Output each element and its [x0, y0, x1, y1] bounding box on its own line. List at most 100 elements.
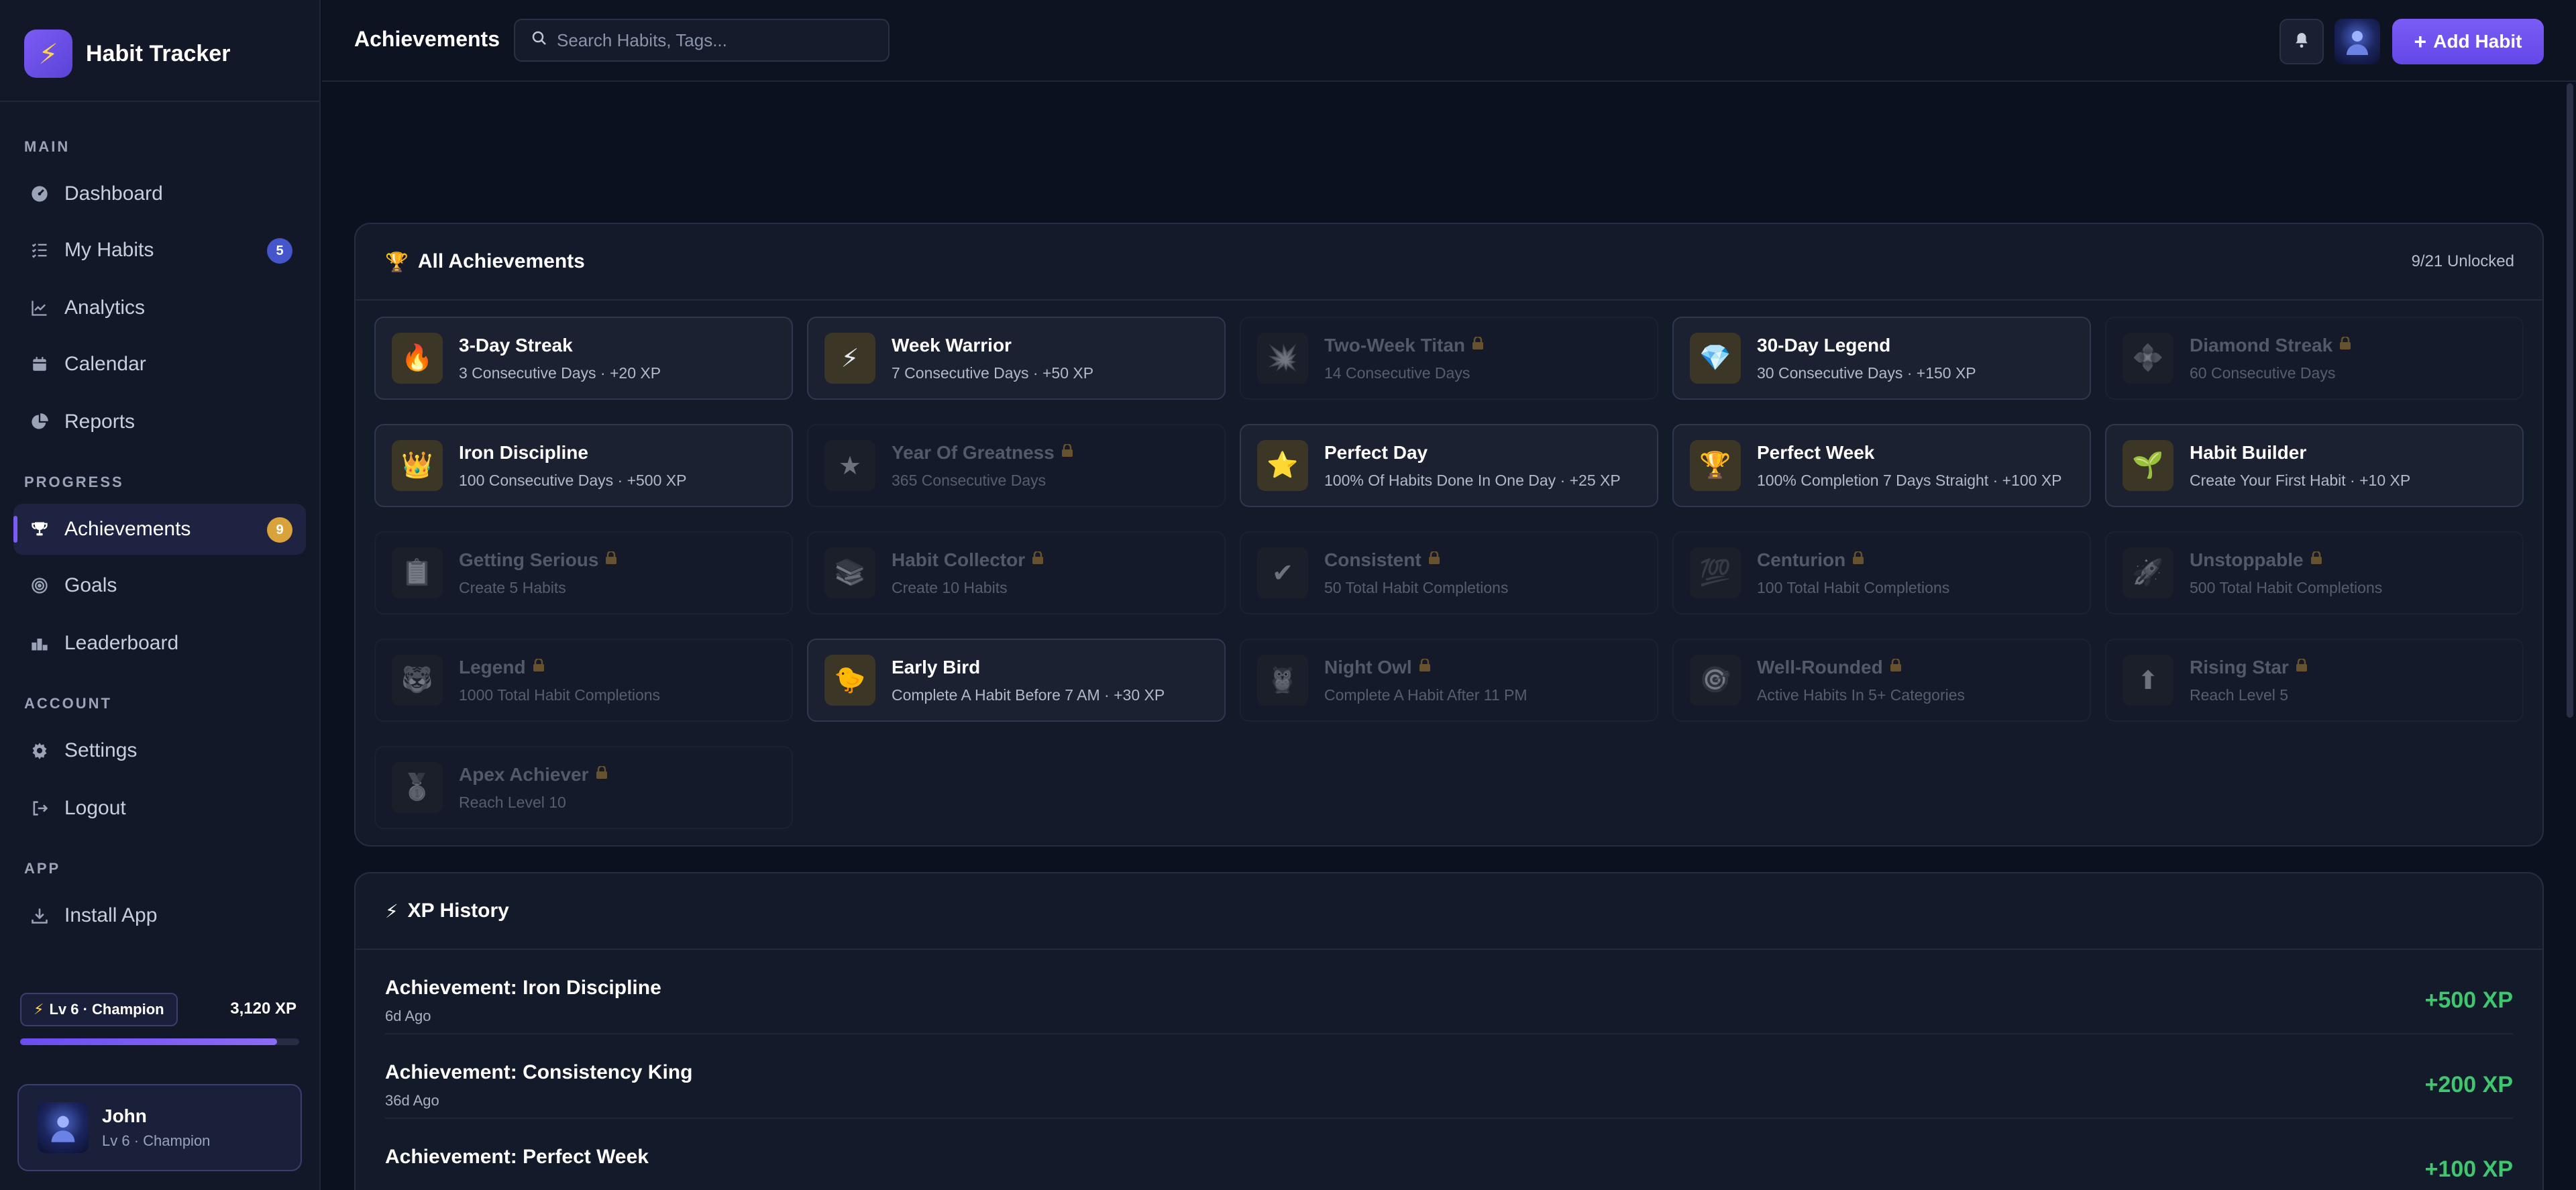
- user-card[interactable]: John Lv 6 · Champion: [17, 1084, 302, 1171]
- achievement-name-text: Rising Star: [2190, 656, 2289, 678]
- bell-icon: [2293, 32, 2310, 52]
- achievement-name: 3-Day Streak: [459, 335, 661, 356]
- achievement-card[interactable]: 🌱 Habit Builder Create Your First Habit · …: [2105, 424, 2524, 507]
- achievement-card[interactable]: 📚 Habit Collector Create 10 Habits: [807, 531, 1226, 614]
- achievement-card[interactable]: 📋 Getting Serious Create 5 Habits: [374, 531, 793, 614]
- achievement-card[interactable]: 🚀 Unstoppable 500 Total Habit Completions: [2105, 531, 2524, 614]
- achievement-description: 100 Total Habit Completions: [1757, 578, 1950, 596]
- sidebar-item-install-app[interactable]: Install App: [13, 890, 306, 941]
- achievement-name-text: Legend: [459, 656, 526, 678]
- logout-icon: [28, 797, 51, 820]
- sidebar-item-goals[interactable]: Goals: [13, 560, 306, 611]
- avatar: [38, 1102, 89, 1153]
- trophy-icon: 🏆: [385, 251, 409, 272]
- sidebar-item-settings[interactable]: Settings: [13, 725, 306, 776]
- xp-total: 3,120 XP: [230, 999, 297, 1018]
- achievement-name-text: Iron Discipline: [459, 441, 588, 463]
- scrollbar[interactable]: [2567, 83, 2573, 718]
- achievement-card[interactable]: 🥇 Apex Achiever Reach Level 10: [374, 746, 793, 829]
- achievement-icon: 🎯: [1690, 655, 1741, 706]
- achievement-icon: 💥: [1257, 333, 1308, 384]
- lock-icon: [1061, 443, 1073, 462]
- xp-history-row: Achievement: Consistency King 36d Ago +200…: [385, 1036, 2513, 1119]
- achievement-card[interactable]: 👑 Iron Discipline 100 Consecutive Days · +…: [374, 424, 793, 507]
- achievement-card[interactable]: 💎 30-Day Legend 30 Consecutive Days · +150…: [1672, 317, 2091, 400]
- sidebar-item-reports[interactable]: Reports: [13, 396, 306, 447]
- achievement-card[interactable]: 💠 Diamond Streak 60 Consecutive Days: [2105, 317, 2524, 400]
- xp-progress-fill: [20, 1038, 277, 1045]
- achievement-name: Iron Discipline: [459, 442, 686, 464]
- achievement-icon: 💠: [2123, 333, 2174, 384]
- achievement-card[interactable]: 🐯 Legend 1000 Total Habit Completions: [374, 639, 793, 722]
- sidebar-item-achievements[interactable]: Achievements 9: [13, 504, 306, 555]
- achievement-icon: 🦉: [1257, 655, 1308, 706]
- brand[interactable]: ⚡ Habit Tracker: [24, 30, 230, 78]
- achievement-name-text: Perfect Day: [1324, 441, 1428, 463]
- sidebar-item-logout[interactable]: Logout: [13, 783, 306, 834]
- xp-entry-amount: +500 XP: [2424, 987, 2513, 1013]
- lightning-icon: ⚡: [34, 1001, 44, 1018]
- achievement-card[interactable]: ⚡ Week Warrior 7 Consecutive Days · +50 XP: [807, 317, 1226, 400]
- achievement-name-text: Getting Serious: [459, 549, 599, 570]
- achievement-name: Well-Rounded: [1757, 657, 1965, 678]
- achievement-icon: 🐯: [392, 655, 443, 706]
- lock-icon: [1852, 550, 1864, 569]
- achievements-panel: 🏆 All Achievements 9/21 Unlocked 🔥 3-Day …: [354, 223, 2544, 847]
- user-level: Lv 6 · Champion: [102, 1132, 211, 1149]
- achievement-card[interactable]: 🔥 3-Day Streak 3 Consecutive Days · +20 XP: [374, 317, 793, 400]
- achievement-description: Create 5 Habits: [459, 578, 566, 596]
- xp-history-row: Achievement: Iron Discipline 6d Ago +500 X…: [385, 951, 2513, 1034]
- sidebar-item-dashboard[interactable]: Dashboard: [13, 168, 306, 219]
- achievement-description: Reach Level 5: [2190, 686, 2289, 704]
- profile-avatar-button[interactable]: [2334, 19, 2380, 64]
- achievement-name-text: Early Bird: [892, 656, 981, 678]
- achievement-card[interactable]: 🏆 Perfect Week 100% Completion 7 Days Stra…: [1672, 424, 2091, 507]
- achievement-card[interactable]: ✔ Consistent 50 Total Habit Completions: [1240, 531, 1658, 614]
- xp-history-panel: ⚡ XP History Achievement: Iron Disciplin…: [354, 872, 2544, 1190]
- achievement-name-text: Two-Week Titan: [1324, 334, 1466, 356]
- achievement-description: Complete A Habit Before 7 AM · +30 XP: [892, 686, 1165, 704]
- level-label: Lv 6 · Champion: [49, 1001, 164, 1018]
- chart-line-icon: [28, 296, 51, 319]
- achievement-icon: 🔥: [392, 333, 443, 384]
- search-box[interactable]: [514, 19, 890, 62]
- sidebar-item-label: Reports: [64, 411, 136, 433]
- search-icon: [531, 30, 547, 51]
- sidebar-item-leaderboard[interactable]: Leaderboard: [13, 618, 306, 669]
- search-input[interactable]: [557, 30, 865, 51]
- achievement-icon: 👑: [392, 440, 443, 491]
- app-name: Habit Tracker: [86, 40, 231, 66]
- sidebar-item-calendar[interactable]: Calendar: [13, 339, 306, 390]
- unlocked-count: 9/21 Unlocked: [2411, 252, 2514, 270]
- achievement-icon: ⬆: [2123, 655, 2174, 706]
- sidebar-item-label: Analytics: [64, 296, 146, 319]
- achievement-name: 30-Day Legend: [1757, 335, 1976, 356]
- sidebar-item-label: Logout: [64, 797, 126, 819]
- sidebar-item-my-habits[interactable]: My Habits 5: [13, 225, 306, 276]
- achievement-card[interactable]: ⬆ Rising Star Reach Level 5: [2105, 639, 2524, 722]
- achievement-description: 100 Consecutive Days · +500 XP: [459, 471, 687, 489]
- xp-entry-amount: +100 XP: [2424, 1156, 2513, 1182]
- achievement-card[interactable]: 💥 Two-Week Titan 14 Consecutive Days: [1240, 317, 1658, 400]
- achievement-card[interactable]: ⭐ Perfect Day 100% Of Habits Done In One D…: [1240, 424, 1658, 507]
- lock-icon: [1890, 657, 1902, 676]
- achievement-card[interactable]: 🐤 Early Bird Complete A Habit Before 7 AM …: [807, 639, 1226, 722]
- achievement-icon: ⚡: [824, 333, 875, 384]
- sidebar-item-label: Settings: [64, 739, 138, 761]
- lightning-logo-icon: ⚡: [24, 30, 72, 78]
- achievement-description: Create 10 Habits: [892, 578, 1008, 596]
- sidebar-item-label: Achievements: [64, 518, 191, 540]
- add-habit-button[interactable]: + Add Habit: [2392, 19, 2544, 64]
- achievement-card[interactable]: 💯 Centurion 100 Total Habit Completions: [1672, 531, 2091, 614]
- notifications-button[interactable]: [2279, 19, 2324, 64]
- lock-icon: [1428, 550, 1440, 569]
- section-title-main: MAIN: [24, 138, 70, 155]
- achievement-card[interactable]: ★ Year Of Greatness 365 Consecutive Days: [807, 424, 1226, 507]
- sidebar-item-analytics[interactable]: Analytics: [13, 282, 306, 333]
- xp-entry-time: 6d Ago: [385, 1008, 431, 1024]
- achievement-icon: 📚: [824, 547, 875, 598]
- achievement-card[interactable]: 🎯 Well-Rounded Active Habits In 5+ Categor…: [1672, 639, 2091, 722]
- achievement-icon: 🏆: [1690, 440, 1741, 491]
- achievement-name-text: Diamond Streak: [2190, 334, 2333, 356]
- achievement-card[interactable]: 🦉 Night Owl Complete A Habit After 11 PM: [1240, 639, 1658, 722]
